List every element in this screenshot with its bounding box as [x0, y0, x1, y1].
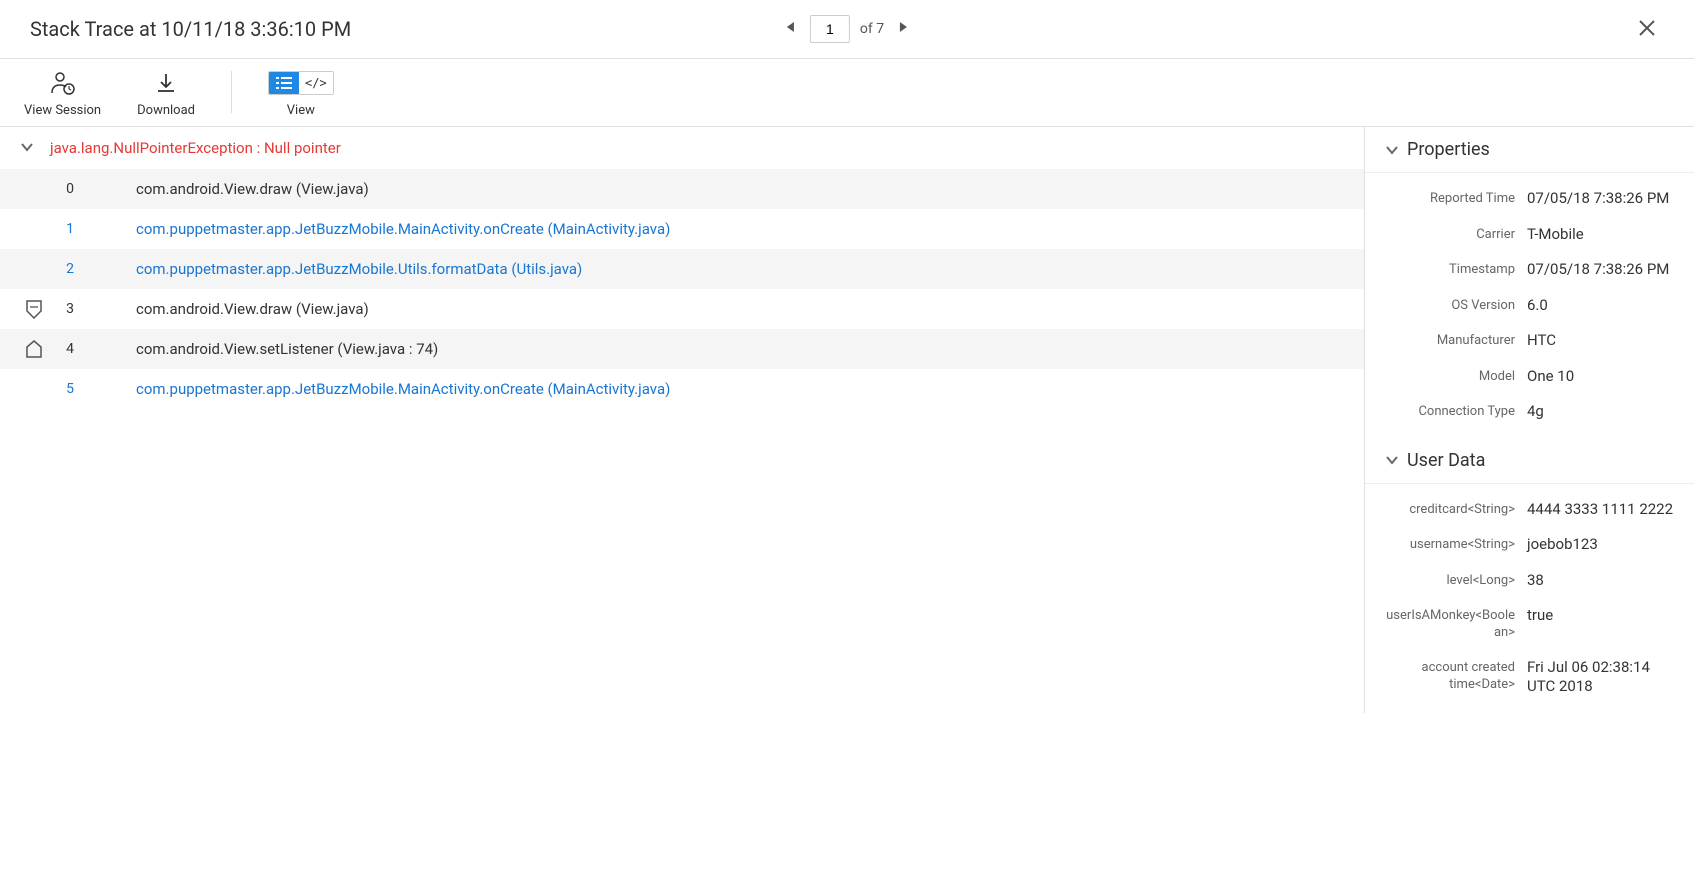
pagination: of 7 [782, 15, 912, 43]
frame-index: 5 [48, 381, 92, 397]
userdata-value: joebob123 [1527, 535, 1674, 555]
userdata-label: account created time<Date> [1385, 658, 1515, 697]
header-bar: Stack Trace at 10/11/18 3:36:10 PM of 7 [0, 0, 1694, 59]
page-title: Stack Trace at 10/11/18 3:36:10 PM [30, 17, 351, 41]
toolbar: View Session Download [0, 59, 1694, 127]
property-value: T-Mobile [1527, 225, 1674, 245]
triangle-left-icon [786, 21, 796, 33]
triangle-right-icon [898, 21, 908, 33]
view-toggle-raw[interactable]: </> [299, 72, 333, 94]
userdata-value: true [1527, 606, 1674, 642]
userdata-row: account created time<Date> Fri Jul 06 02… [1365, 650, 1694, 705]
properties-title: Properties [1407, 139, 1490, 160]
property-label: Model [1385, 367, 1515, 387]
stack-trace-area: java.lang.NullPointerException : Null po… [0, 127, 1364, 713]
frame-index: 0 [48, 181, 92, 197]
frame-link[interactable]: com.puppetmaster.app.JetBuzzMobile.MainA… [92, 380, 670, 398]
stack-frame-row: 0 com.android.View.draw (View.java) [0, 169, 1364, 209]
property-row: Reported Time 07/05/18 7:38:26 PM [1365, 181, 1694, 217]
userdata-label: creditcard<String> [1385, 500, 1515, 520]
userdata-value: 4444 3333 1111 2222 [1527, 500, 1674, 520]
property-value: 07/05/18 7:38:26 PM [1527, 189, 1674, 209]
property-label: Timestamp [1385, 260, 1515, 280]
property-value: HTC [1527, 331, 1674, 351]
userdata-row: creditcard<String> 4444 3333 1111 2222 [1365, 492, 1694, 528]
properties-body: Reported Time 07/05/18 7:38:26 PM Carrie… [1365, 173, 1694, 438]
property-row: Model One 10 [1365, 359, 1694, 395]
exception-header[interactable]: java.lang.NullPointerException : Null po… [0, 127, 1364, 169]
property-value: 07/05/18 7:38:26 PM [1527, 260, 1674, 280]
property-value: One 10 [1527, 367, 1674, 387]
shield-icon [25, 299, 43, 319]
download-label: Download [137, 103, 195, 118]
view-label: View [287, 103, 315, 118]
properties-section-header[interactable]: Properties [1365, 127, 1694, 173]
frame-link[interactable]: com.puppetmaster.app.JetBuzzMobile.Utils… [92, 260, 582, 278]
frame-index: 2 [48, 261, 92, 277]
frame-text: com.android.View.draw (View.java) [92, 180, 369, 198]
userdata-row: userIsAMonkey<Boolean> true [1365, 598, 1694, 650]
userdata-row: username<String> joebob123 [1365, 527, 1694, 563]
property-label: OS Version [1385, 296, 1515, 316]
close-button[interactable] [1630, 10, 1664, 48]
chevron-down-icon [1385, 145, 1399, 155]
view-mode-group: </> View [268, 71, 334, 118]
frame-index: 3 [48, 301, 92, 317]
userdata-value: Fri Jul 06 02:38:14 UTC 2018 [1527, 658, 1674, 697]
property-value: 6.0 [1527, 296, 1674, 316]
prev-page-button[interactable] [782, 17, 800, 41]
userdata-label: level<Long> [1385, 571, 1515, 591]
page-input[interactable] [810, 15, 850, 43]
chevron-down-icon [1385, 455, 1399, 465]
next-page-button[interactable] [894, 17, 912, 41]
toolbar-divider [231, 71, 232, 113]
property-row: Carrier T-Mobile [1365, 217, 1694, 253]
userdata-label: userIsAMonkey<Boolean> [1385, 606, 1515, 642]
property-row: Timestamp 07/05/18 7:38:26 PM [1365, 252, 1694, 288]
stack-frame-row: 4 com.android.View.setListener (View.jav… [0, 329, 1364, 369]
user-clock-icon [49, 71, 77, 95]
main-layout: java.lang.NullPointerException : Null po… [0, 127, 1694, 713]
userdata-value: 38 [1527, 571, 1674, 591]
property-label: Manufacturer [1385, 331, 1515, 351]
userdata-section-header[interactable]: User Data [1365, 438, 1694, 484]
download-icon [155, 72, 177, 94]
stack-frame-row: 3 com.android.View.draw (View.java) [0, 289, 1364, 329]
frame-index: 4 [48, 341, 92, 357]
download-button[interactable]: Download [137, 71, 195, 118]
exception-text: java.lang.NullPointerException : Null po… [50, 139, 341, 157]
stack-frame-row: 5 com.puppetmaster.app.JetBuzzMobile.Mai… [0, 369, 1364, 409]
property-label: Carrier [1385, 225, 1515, 245]
userdata-body: creditcard<String> 4444 3333 1111 2222 u… [1365, 484, 1694, 713]
frame-text: com.android.View.draw (View.java) [92, 300, 369, 318]
side-panel: Properties Reported Time 07/05/18 7:38:2… [1364, 127, 1694, 713]
list-icon [275, 76, 293, 90]
property-row: Connection Type 4g [1365, 394, 1694, 430]
property-label: Connection Type [1385, 402, 1515, 422]
frame-text: com.android.View.setListener (View.java … [92, 340, 438, 358]
view-session-label: View Session [24, 103, 101, 118]
stack-frames: 0 com.android.View.draw (View.java) 1 co… [0, 169, 1364, 409]
chevron-down-icon [20, 140, 34, 156]
frame-index: 1 [48, 221, 92, 237]
view-toggle: </> [268, 71, 334, 95]
frame-icon-slot [20, 299, 48, 319]
view-toggle-list[interactable] [269, 72, 299, 94]
property-row: OS Version 6.0 [1365, 288, 1694, 324]
frame-link[interactable]: com.puppetmaster.app.JetBuzzMobile.MainA… [92, 220, 670, 238]
stack-frame-row: 2 com.puppetmaster.app.JetBuzzMobile.Uti… [0, 249, 1364, 289]
page-total: of 7 [860, 21, 884, 37]
property-row: Manufacturer HTC [1365, 323, 1694, 359]
frame-icon-slot [20, 339, 48, 359]
home-icon [25, 339, 43, 359]
userdata-label: username<String> [1385, 535, 1515, 555]
close-icon [1638, 19, 1656, 37]
stack-frame-row: 1 com.puppetmaster.app.JetBuzzMobile.Mai… [0, 209, 1364, 249]
view-session-button[interactable]: View Session [24, 71, 101, 118]
property-value: 4g [1527, 402, 1674, 422]
property-label: Reported Time [1385, 189, 1515, 209]
userdata-title: User Data [1407, 450, 1485, 471]
userdata-row: level<Long> 38 [1365, 563, 1694, 599]
